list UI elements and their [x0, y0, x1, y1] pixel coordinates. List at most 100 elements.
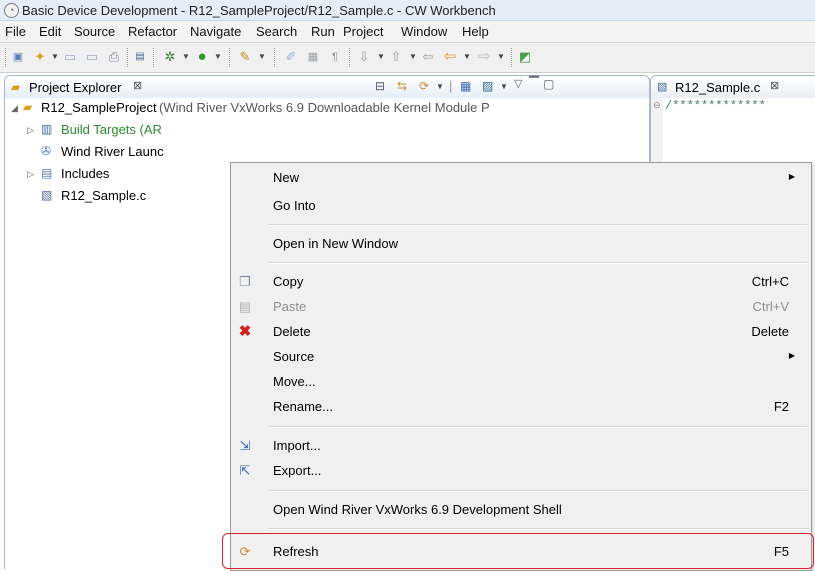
link-editor-icon[interactable]: ⇆ [397, 79, 407, 93]
menu-item-label: Source [273, 349, 315, 364]
tree-item-launches[interactable]: ✇ Wind River Launc [9, 142, 649, 162]
expanded-arrow-icon[interactable]: ◢ [11, 98, 18, 118]
menu-separator [269, 426, 807, 428]
new-workspace-icon[interactable]: ▣ [10, 49, 26, 65]
maximize-icon[interactable]: ▢ [543, 77, 554, 91]
title-bar: ◔ Basic Device Development - R12_SampleP… [0, 0, 815, 21]
chevron-down-icon[interactable]: ▼ [214, 49, 222, 65]
menu-help[interactable]: Help [462, 24, 489, 39]
toolbar-separator: | [449, 78, 453, 93]
menu-item-shortcut: Delete [751, 324, 789, 339]
menu-item-label: Open Wind River VxWorks 6.9 Development … [273, 502, 562, 517]
sync-icon[interactable]: ⟳ [419, 79, 429, 93]
prev-annotation-icon[interactable]: ⇧ [388, 49, 404, 65]
menu-item-export[interactable]: ⇱ Export... [231, 459, 811, 483]
menu-item-copy[interactable]: ❐ Copy Ctrl+C [231, 270, 811, 294]
menu-file[interactable]: File [5, 24, 26, 39]
tree-item-label: Build Targets (AR [61, 122, 162, 137]
menu-item-label: Open in New Window [273, 236, 398, 251]
menu-item-label: Delete [273, 324, 311, 339]
menu-bar: File Edit Source Refactor Navigate Searc… [0, 21, 815, 43]
tree-item-label: Includes [61, 166, 110, 181]
menu-item-label: Export... [273, 463, 322, 478]
menu-item-delete[interactable]: ✖ Delete Delete [231, 320, 811, 344]
collapse-all-icon[interactable]: ⊟ [375, 79, 385, 93]
show-whitespace-icon[interactable]: ¶ [327, 49, 343, 65]
project-icon: ▰ [23, 100, 33, 114]
block-select-icon[interactable]: ▦ [305, 49, 321, 65]
collapsed-arrow-icon[interactable]: ▷ [27, 120, 34, 140]
last-edit-icon[interactable]: ⇦ [420, 49, 436, 65]
perspective-icon[interactable]: ◩ [517, 49, 533, 65]
context-menu: New ▶ Go Into Open in New Window ❐ Copy … [230, 162, 812, 571]
chevron-down-icon[interactable]: ▼ [500, 82, 508, 91]
menu-item-go-into[interactable]: Go Into [231, 194, 811, 218]
close-icon[interactable]: ⊠ [770, 79, 779, 92]
menu-item-paste[interactable]: ▤ Paste Ctrl+V [231, 295, 811, 319]
tree-item-project[interactable]: ◢ ▰ R12_SampleProject (Wind River VxWork… [9, 98, 649, 118]
tree-item-build-targets[interactable]: ▷ ▥ Build Targets (AR [9, 120, 649, 140]
refresh-highlight-box [222, 533, 814, 569]
annotation-icon[interactable]: ✐ [283, 49, 299, 65]
menu-item-label: Paste [273, 299, 307, 314]
menu-source[interactable]: Source [74, 24, 115, 39]
menu-item-open-new-window[interactable]: Open in New Window [231, 232, 811, 256]
chevron-down-icon[interactable]: ▼ [409, 49, 417, 65]
working-set-icon[interactable]: ▨ [482, 79, 493, 93]
back-arrow-icon[interactable]: ⇦ [442, 49, 458, 65]
save-icon[interactable]: ▭ [62, 49, 78, 65]
binary-icon[interactable]: ▤ [132, 49, 148, 65]
menu-run[interactable]: Run [311, 24, 335, 39]
toolbar-separator [349, 48, 351, 67]
menu-edit[interactable]: Edit [39, 24, 61, 39]
menu-refactor[interactable]: Refactor [128, 24, 177, 39]
menu-navigate[interactable]: Navigate [190, 24, 241, 39]
submenu-arrow-icon: ▶ [788, 172, 795, 181]
chevron-down-icon[interactable]: ▼ [51, 49, 59, 65]
chevron-down-icon[interactable]: ▼ [463, 49, 471, 65]
chevron-down-icon[interactable]: ▼ [182, 49, 190, 65]
chevron-down-icon[interactable]: ▼ [436, 82, 444, 91]
filter-icon[interactable]: ▦ [460, 79, 471, 93]
minimize-icon[interactable]: ▔ [529, 76, 539, 92]
forward-arrow-icon[interactable]: ⇨ [476, 49, 492, 65]
menu-item-shortcut: Ctrl+V [752, 299, 789, 314]
tab-project-explorer[interactable]: ▰ Project Explorer ⊠ [9, 78, 209, 96]
chevron-down-icon[interactable]: ▼ [497, 49, 505, 65]
menu-item-source[interactable]: Source ▶ [231, 345, 811, 369]
chevron-down-icon[interactable]: ▼ [258, 49, 266, 65]
menu-item-label: Copy [273, 274, 304, 289]
menu-item-rename[interactable]: Rename... F2 [231, 395, 811, 419]
new-wizard-icon[interactable]: ✦ [32, 49, 48, 65]
tab-label: R12_Sample.c [675, 80, 761, 95]
collapsed-arrow-icon[interactable]: ▷ [27, 164, 34, 184]
build-icon[interactable]: ✎ [237, 49, 253, 65]
fold-icon[interactable]: ⊖ [653, 100, 661, 111]
code-line: /************* [665, 99, 766, 113]
next-annotation-icon[interactable]: ⇩ [356, 49, 372, 65]
debug-icon[interactable]: ✲ [162, 49, 178, 65]
menu-separator [269, 262, 807, 264]
menu-item-label: Rename... [273, 399, 333, 414]
run-icon[interactable]: ● [194, 49, 210, 65]
chevron-down-icon[interactable]: ▼ [377, 49, 385, 65]
menu-item-label: Move... [273, 374, 316, 389]
view-menu-icon[interactable]: ▽ [514, 77, 522, 90]
menu-item-move[interactable]: Move... [231, 370, 811, 394]
copy-icon: ❐ [239, 274, 251, 289]
print-icon[interactable]: ⎙ [106, 49, 122, 65]
close-icon[interactable]: ⊠ [133, 79, 142, 92]
menu-item-open-dev-shell[interactable]: Open Wind River VxWorks 6.9 Development … [231, 498, 811, 522]
menu-search[interactable]: Search [256, 24, 297, 39]
c-file-icon: ▧ [41, 188, 53, 202]
delete-icon: ✖ [238, 323, 252, 340]
app-icon: ◔ [4, 3, 19, 18]
save-all-icon[interactable]: ▭ [84, 49, 100, 65]
menu-window[interactable]: Window [401, 24, 447, 39]
menu-item-new[interactable]: New ▶ [231, 166, 811, 190]
window-title: Basic Device Development - R12_SamplePro… [22, 3, 496, 18]
tree-item-label: R12_SampleProject [41, 100, 157, 115]
menu-item-import[interactable]: ⇲ Import... [231, 434, 811, 458]
menu-project[interactable]: Project [343, 24, 383, 39]
tab-editor-file[interactable]: ▧ R12_Sample.c ⊠ [655, 78, 815, 96]
